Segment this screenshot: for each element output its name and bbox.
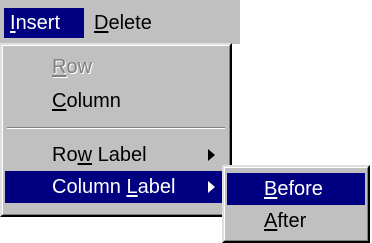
menubar-delete[interactable]: Delete <box>88 8 178 38</box>
submenu-item-after-label: After <box>264 210 307 232</box>
insert-menu: Row Column Row Label Column Label <box>0 43 232 217</box>
menu-separator <box>7 127 225 129</box>
menu-item-column[interactable]: Column <box>5 85 227 117</box>
menu-bar: Insert Delete <box>0 0 240 44</box>
submenu-item-before[interactable]: Before <box>227 173 365 205</box>
menubar-insert[interactable]: Insert <box>4 8 84 38</box>
menu-item-column-label: Column <box>52 90 121 112</box>
menu-item-row-label-submenu[interactable]: Row Label <box>5 139 227 171</box>
chevron-right-icon <box>208 149 215 161</box>
submenu-item-before-label: Before <box>264 178 323 200</box>
menu-item-row[interactable]: Row <box>5 51 227 83</box>
menu-item-column-label-submenu[interactable]: Column Label <box>5 171 227 203</box>
submenu-item-after[interactable]: After <box>227 205 365 237</box>
chevron-right-icon <box>208 181 215 193</box>
column-label-submenu: Before After <box>222 165 370 243</box>
menu-item-row-label: Row <box>52 56 93 78</box>
menu-item-column-label-text: Column Label <box>52 176 176 198</box>
menu-item-row-label-text: Row Label <box>52 144 147 166</box>
